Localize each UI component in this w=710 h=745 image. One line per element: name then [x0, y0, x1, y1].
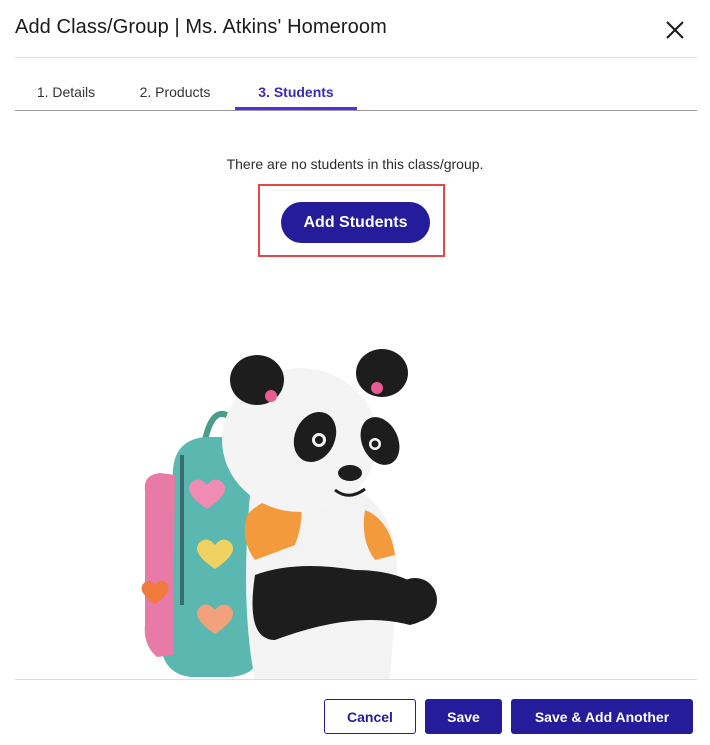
close-button[interactable]	[660, 15, 690, 45]
empty-students-message: There are no students in this class/grou…	[226, 156, 484, 172]
cancel-button[interactable]: Cancel	[324, 699, 416, 734]
save-and-add-another-button[interactable]: Save & Add Another	[511, 699, 693, 734]
add-class-group-dialog: Add Class/Group | Ms. Atkins' Homeroom 1…	[0, 0, 710, 745]
panda-backpack-image	[141, 349, 437, 680]
tab-details[interactable]: 1. Details	[25, 82, 107, 112]
dialog-title: Add Class/Group | Ms. Atkins' Homeroom	[15, 16, 387, 38]
header-divider	[15, 57, 697, 58]
panda-illustration	[135, 345, 455, 680]
footer-divider	[15, 679, 697, 680]
tabs-divider	[15, 110, 697, 111]
close-icon	[666, 21, 684, 39]
tab-products[interactable]: 2. Products	[125, 82, 225, 112]
add-students-button[interactable]: Add Students	[281, 202, 430, 243]
dialog-header: Add Class/Group | Ms. Atkins' Homeroom	[0, 0, 710, 58]
tab-bar: 1. Details 2. Products 3. Students	[15, 82, 697, 112]
save-button[interactable]: Save	[425, 699, 502, 734]
